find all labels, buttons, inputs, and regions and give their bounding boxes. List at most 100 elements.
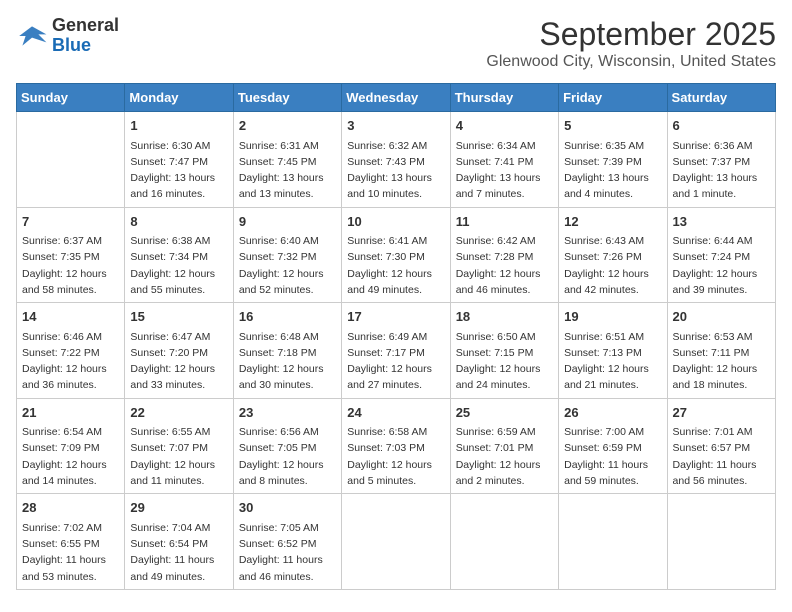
page-header: General Blue September 2025 Glenwood Cit… [16,16,776,71]
day-number: 2 [239,116,336,136]
calendar-cell: 4Sunrise: 6:34 AM Sunset: 7:41 PM Daylig… [450,112,558,208]
day-number: 25 [456,403,553,423]
calendar-cell: 19Sunrise: 6:51 AM Sunset: 7:13 PM Dayli… [559,303,667,399]
weekday-header-sunday: Sunday [17,84,125,112]
day-info: Sunrise: 7:01 AM Sunset: 6:57 PM Dayligh… [673,424,770,489]
day-number: 20 [673,307,770,327]
day-info: Sunrise: 6:53 AM Sunset: 7:11 PM Dayligh… [673,329,770,394]
calendar-cell: 1Sunrise: 6:30 AM Sunset: 7:47 PM Daylig… [125,112,233,208]
day-number: 8 [130,212,227,232]
day-info: Sunrise: 6:35 AM Sunset: 7:39 PM Dayligh… [564,138,661,203]
calendar-week-2: 7Sunrise: 6:37 AM Sunset: 7:35 PM Daylig… [17,207,776,303]
day-number: 17 [347,307,444,327]
weekday-header-saturday: Saturday [667,84,775,112]
day-number: 21 [22,403,119,423]
calendar-cell: 21Sunrise: 6:54 AM Sunset: 7:09 PM Dayli… [17,398,125,494]
day-number: 1 [130,116,227,136]
day-number: 13 [673,212,770,232]
day-number: 6 [673,116,770,136]
calendar-cell: 10Sunrise: 6:41 AM Sunset: 7:30 PM Dayli… [342,207,450,303]
calendar-cell: 29Sunrise: 7:04 AM Sunset: 6:54 PM Dayli… [125,494,233,590]
calendar-cell [17,112,125,208]
day-number: 3 [347,116,444,136]
calendar-cell: 22Sunrise: 6:55 AM Sunset: 7:07 PM Dayli… [125,398,233,494]
title-block: September 2025 Glenwood City, Wisconsin,… [486,16,776,71]
day-number: 11 [456,212,553,232]
calendar-cell: 20Sunrise: 6:53 AM Sunset: 7:11 PM Dayli… [667,303,775,399]
day-number: 26 [564,403,661,423]
weekday-header-friday: Friday [559,84,667,112]
weekday-header-monday: Monday [125,84,233,112]
day-info: Sunrise: 6:48 AM Sunset: 7:18 PM Dayligh… [239,329,336,394]
day-info: Sunrise: 6:38 AM Sunset: 7:34 PM Dayligh… [130,233,227,298]
calendar-cell: 13Sunrise: 6:44 AM Sunset: 7:24 PM Dayli… [667,207,775,303]
day-info: Sunrise: 6:59 AM Sunset: 7:01 PM Dayligh… [456,424,553,489]
calendar-table: SundayMondayTuesdayWednesdayThursdayFrid… [16,83,776,590]
day-number: 24 [347,403,444,423]
calendar-cell: 23Sunrise: 6:56 AM Sunset: 7:05 PM Dayli… [233,398,341,494]
calendar-cell: 6Sunrise: 6:36 AM Sunset: 7:37 PM Daylig… [667,112,775,208]
calendar-cell: 16Sunrise: 6:48 AM Sunset: 7:18 PM Dayli… [233,303,341,399]
day-number: 14 [22,307,119,327]
logo-line1: General [52,16,119,36]
day-number: 22 [130,403,227,423]
day-number: 29 [130,498,227,518]
calendar-cell: 3Sunrise: 6:32 AM Sunset: 7:43 PM Daylig… [342,112,450,208]
month-title: September 2025 [486,16,776,53]
calendar-cell: 14Sunrise: 6:46 AM Sunset: 7:22 PM Dayli… [17,303,125,399]
calendar-cell: 25Sunrise: 6:59 AM Sunset: 7:01 PM Dayli… [450,398,558,494]
calendar-cell: 5Sunrise: 6:35 AM Sunset: 7:39 PM Daylig… [559,112,667,208]
day-info: Sunrise: 6:34 AM Sunset: 7:41 PM Dayligh… [456,138,553,203]
weekday-header-thursday: Thursday [450,84,558,112]
day-info: Sunrise: 7:05 AM Sunset: 6:52 PM Dayligh… [239,520,336,585]
calendar-week-4: 21Sunrise: 6:54 AM Sunset: 7:09 PM Dayli… [17,398,776,494]
day-number: 19 [564,307,661,327]
calendar-cell: 12Sunrise: 6:43 AM Sunset: 7:26 PM Dayli… [559,207,667,303]
day-info: Sunrise: 6:40 AM Sunset: 7:32 PM Dayligh… [239,233,336,298]
calendar-week-3: 14Sunrise: 6:46 AM Sunset: 7:22 PM Dayli… [17,303,776,399]
day-info: Sunrise: 6:55 AM Sunset: 7:07 PM Dayligh… [130,424,227,489]
calendar-cell: 8Sunrise: 6:38 AM Sunset: 7:34 PM Daylig… [125,207,233,303]
calendar-cell: 24Sunrise: 6:58 AM Sunset: 7:03 PM Dayli… [342,398,450,494]
calendar-cell: 2Sunrise: 6:31 AM Sunset: 7:45 PM Daylig… [233,112,341,208]
day-info: Sunrise: 6:37 AM Sunset: 7:35 PM Dayligh… [22,233,119,298]
day-number: 5 [564,116,661,136]
calendar-cell [450,494,558,590]
calendar-cell [667,494,775,590]
day-info: Sunrise: 7:02 AM Sunset: 6:55 PM Dayligh… [22,520,119,585]
day-info: Sunrise: 6:46 AM Sunset: 7:22 PM Dayligh… [22,329,119,394]
day-number: 30 [239,498,336,518]
day-number: 15 [130,307,227,327]
calendar-cell: 28Sunrise: 7:02 AM Sunset: 6:55 PM Dayli… [17,494,125,590]
calendar-cell: 9Sunrise: 6:40 AM Sunset: 7:32 PM Daylig… [233,207,341,303]
calendar-cell: 26Sunrise: 7:00 AM Sunset: 6:59 PM Dayli… [559,398,667,494]
day-info: Sunrise: 6:54 AM Sunset: 7:09 PM Dayligh… [22,424,119,489]
calendar-cell: 7Sunrise: 6:37 AM Sunset: 7:35 PM Daylig… [17,207,125,303]
weekday-header-row: SundayMondayTuesdayWednesdayThursdayFrid… [17,84,776,112]
day-number: 23 [239,403,336,423]
day-info: Sunrise: 6:42 AM Sunset: 7:28 PM Dayligh… [456,233,553,298]
calendar-cell [342,494,450,590]
logo: General Blue [16,16,119,56]
day-info: Sunrise: 6:51 AM Sunset: 7:13 PM Dayligh… [564,329,661,394]
weekday-header-tuesday: Tuesday [233,84,341,112]
day-number: 10 [347,212,444,232]
day-info: Sunrise: 6:58 AM Sunset: 7:03 PM Dayligh… [347,424,444,489]
day-info: Sunrise: 6:43 AM Sunset: 7:26 PM Dayligh… [564,233,661,298]
day-number: 7 [22,212,119,232]
day-info: Sunrise: 7:04 AM Sunset: 6:54 PM Dayligh… [130,520,227,585]
day-info: Sunrise: 6:32 AM Sunset: 7:43 PM Dayligh… [347,138,444,203]
calendar-week-1: 1Sunrise: 6:30 AM Sunset: 7:47 PM Daylig… [17,112,776,208]
day-info: Sunrise: 6:49 AM Sunset: 7:17 PM Dayligh… [347,329,444,394]
calendar-week-5: 28Sunrise: 7:02 AM Sunset: 6:55 PM Dayli… [17,494,776,590]
logo-line2: Blue [52,36,119,56]
day-info: Sunrise: 7:00 AM Sunset: 6:59 PM Dayligh… [564,424,661,489]
calendar-cell: 11Sunrise: 6:42 AM Sunset: 7:28 PM Dayli… [450,207,558,303]
day-info: Sunrise: 6:30 AM Sunset: 7:47 PM Dayligh… [130,138,227,203]
calendar-body: 1Sunrise: 6:30 AM Sunset: 7:47 PM Daylig… [17,112,776,590]
weekday-header-wednesday: Wednesday [342,84,450,112]
calendar-cell: 27Sunrise: 7:01 AM Sunset: 6:57 PM Dayli… [667,398,775,494]
day-info: Sunrise: 6:36 AM Sunset: 7:37 PM Dayligh… [673,138,770,203]
day-info: Sunrise: 6:31 AM Sunset: 7:45 PM Dayligh… [239,138,336,203]
day-info: Sunrise: 6:56 AM Sunset: 7:05 PM Dayligh… [239,424,336,489]
